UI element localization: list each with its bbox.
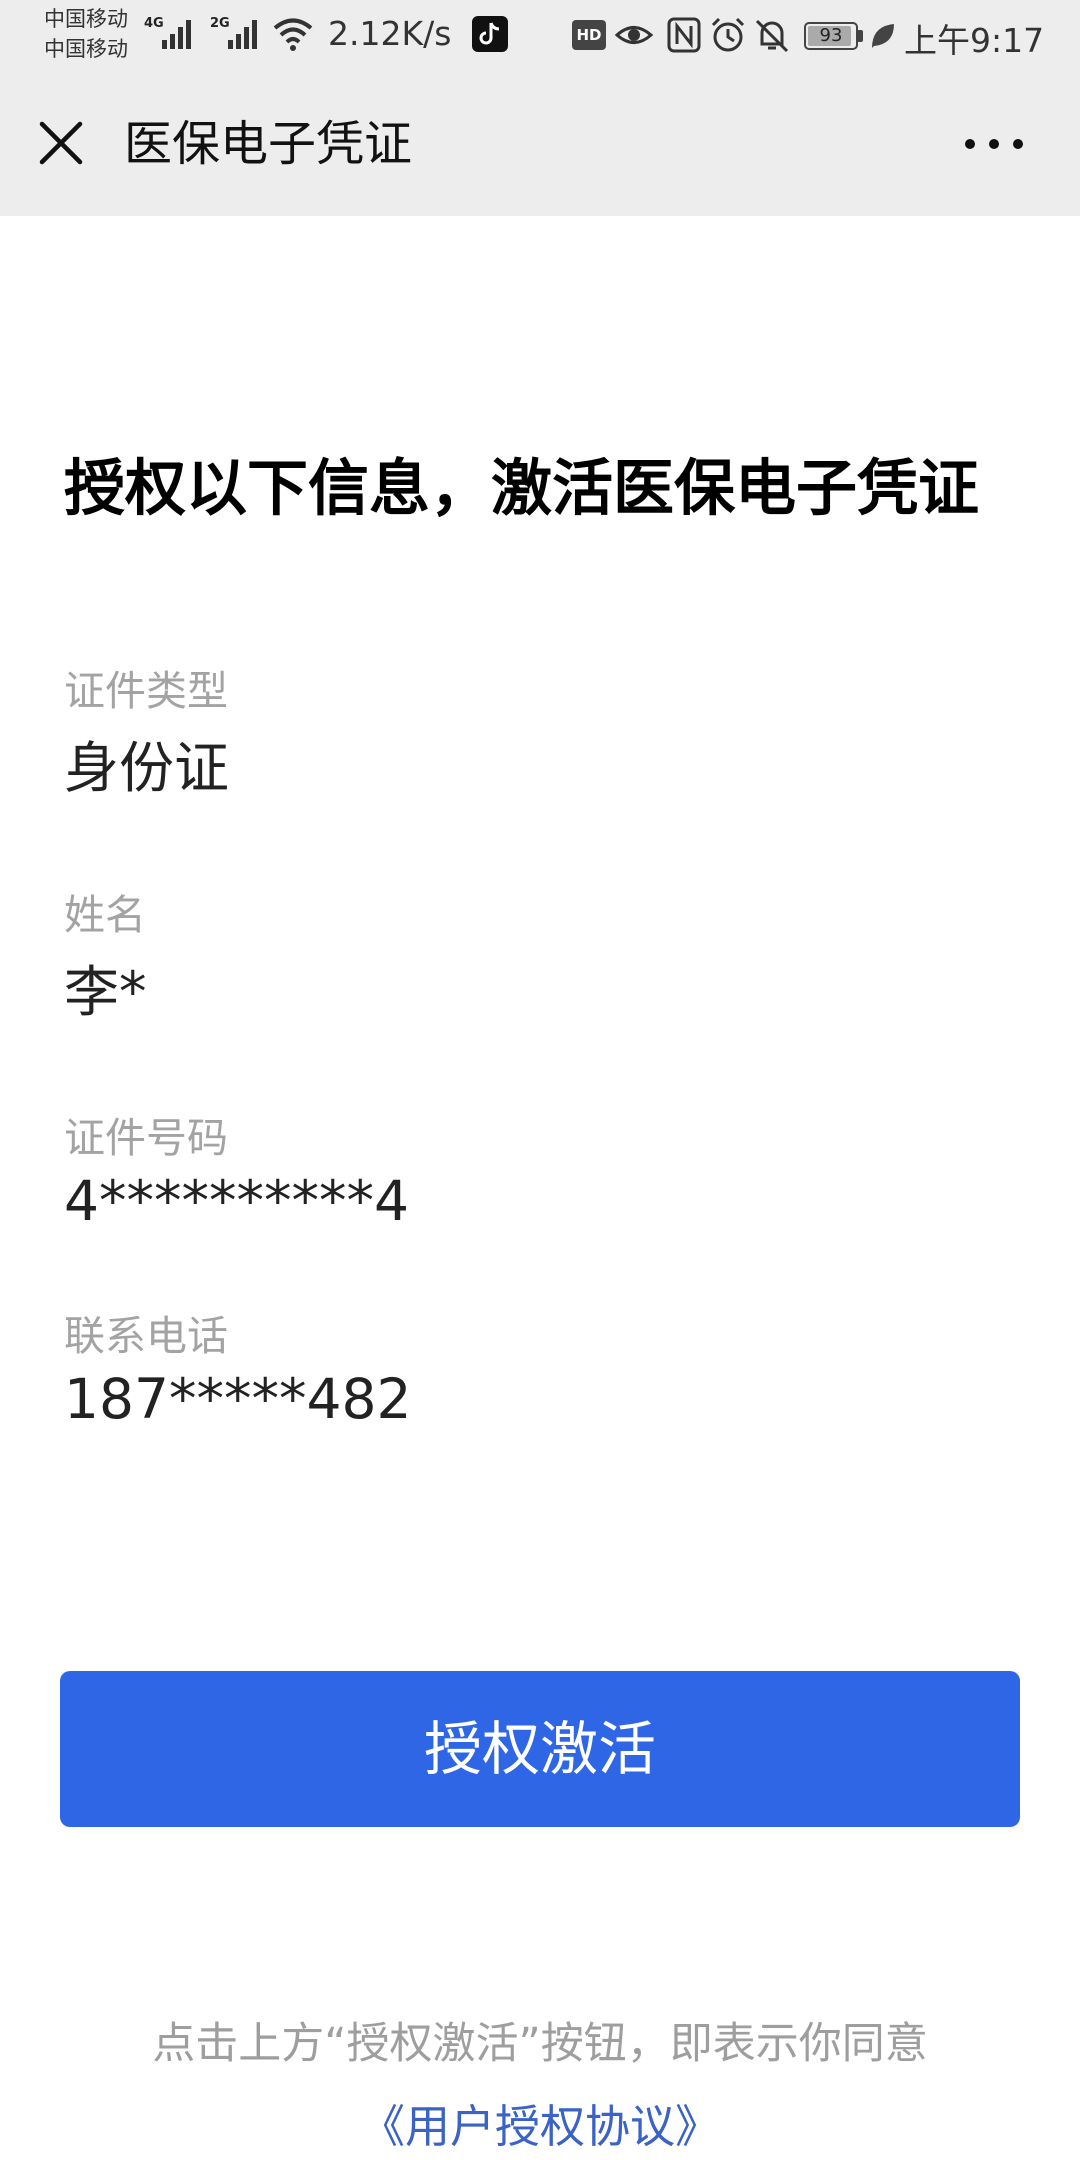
signal-icon	[162, 20, 191, 49]
phone-value: 187*****482	[64, 1367, 412, 1431]
carrier-2: 中国移动	[44, 37, 128, 61]
phone-label: 联系电话	[64, 1312, 228, 1360]
battery-level: 93	[819, 25, 843, 46]
hd-icon: HD	[572, 20, 606, 50]
more-button[interactable]	[960, 124, 1028, 164]
name-field: 姓名 李*	[64, 889, 964, 1027]
activate-button[interactable]: 授权激活	[60, 1671, 1020, 1827]
page-title: 医保电子凭证	[124, 116, 413, 172]
user-agreement-link[interactable]: 《用户授权协议》	[0, 2098, 1080, 2156]
carrier-info: 中国移动 中国移动	[44, 4, 128, 64]
more-icon	[965, 139, 1023, 149]
phone-field: 联系电话 187*****482	[64, 1310, 964, 1434]
name-label: 姓名	[64, 891, 146, 939]
signal-icon-2	[228, 20, 257, 49]
close-button[interactable]	[32, 114, 90, 172]
nav-bar: 医保电子凭证	[0, 72, 1080, 216]
network-speed: 2.12K/s	[328, 14, 452, 53]
id-type-field: 证件类型 身份证	[64, 665, 964, 803]
carrier-1: 中国移动	[44, 7, 128, 31]
consent-text: 点击上方“授权激活”按钮，即表示你同意	[152, 2019, 928, 2069]
battery-icon: 93	[804, 22, 858, 50]
tiktok-icon	[472, 16, 508, 52]
authorization-heading: 授权以下信息，激活医保电子凭证	[64, 453, 980, 524]
id-number-label: 证件号码	[64, 1114, 228, 1162]
name-value: 李*	[64, 960, 147, 1024]
mute-icon	[755, 19, 789, 53]
battery-nub	[858, 30, 863, 42]
status-bar: 中国移动 中国移动 4G 2G 2.12K/s HD 93 上午9:17	[0, 0, 1080, 72]
id-type-value: 身份证	[64, 736, 230, 800]
wifi-icon	[273, 18, 313, 51]
leaf-icon	[872, 24, 894, 48]
id-number-field: 证件号码 4**********4	[64, 1112, 964, 1236]
alarm-icon	[711, 17, 745, 52]
nfc-icon	[667, 17, 701, 53]
id-number-value: 4**********4	[64, 1169, 409, 1233]
eye-icon	[614, 26, 654, 44]
close-icon	[39, 121, 83, 165]
status-time: 上午9:17	[904, 21, 1045, 60]
id-type-label: 证件类型	[64, 667, 228, 715]
